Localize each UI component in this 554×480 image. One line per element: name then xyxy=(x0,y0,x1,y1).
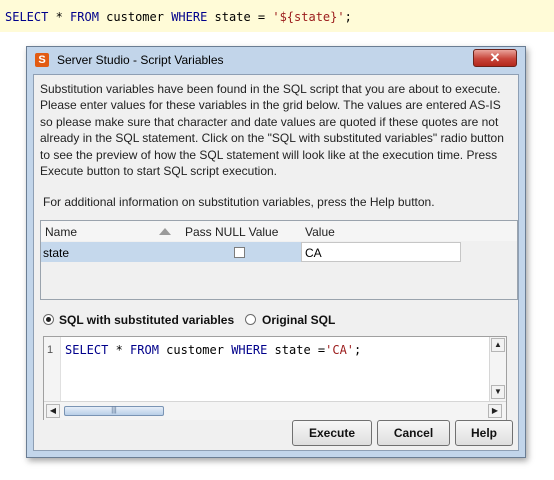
sql-keyword: SELECT xyxy=(5,10,49,24)
line-number-gutter: 1 xyxy=(44,337,61,401)
sql-substituted-radio[interactable] xyxy=(43,314,54,325)
sql-substituted-label[interactable]: SQL with substituted variables xyxy=(59,313,234,327)
sql-keyword: FROM xyxy=(70,10,99,24)
script-variables-dialog: S Server Studio - Script Variables ✕ Sub… xyxy=(26,46,526,458)
instructions-line: Please enter values for these variables … xyxy=(40,98,501,113)
sql-text: customer xyxy=(158,343,232,357)
line-number: 1 xyxy=(47,344,54,356)
sort-ascending-icon[interactable] xyxy=(159,228,171,235)
sql-keyword: FROM xyxy=(130,343,159,357)
dialog-content: Substitution variables have been found i… xyxy=(33,74,519,451)
sql-preview-editor[interactable]: 1 SELECT * FROM customer WHERE state ='C… xyxy=(43,336,507,420)
help-note: For additional information on substituti… xyxy=(43,195,435,209)
cancel-button[interactable]: Cancel xyxy=(377,420,450,446)
execute-button[interactable]: Execute xyxy=(292,420,372,446)
sql-keyword: SELECT xyxy=(65,343,109,357)
column-header-value[interactable]: Value xyxy=(305,225,335,239)
sql-string-literal: 'CA' xyxy=(325,343,355,357)
sql-text: state = xyxy=(267,343,326,357)
variable-value-text: CA xyxy=(305,246,322,260)
sql-text: * xyxy=(48,10,71,24)
original-sql-radio[interactable] xyxy=(245,314,256,325)
instructions-text: Substitution variables have been found i… xyxy=(40,81,516,179)
dialog-title: Server Studio - Script Variables xyxy=(57,53,224,67)
column-header-name[interactable]: Name xyxy=(45,225,77,239)
instructions-line: so please make sure that character and d… xyxy=(40,114,499,129)
dialog-titlebar[interactable]: S Server Studio - Script Variables ✕ xyxy=(27,47,525,73)
instructions-line: Execute button to start SQL script execu… xyxy=(40,164,278,179)
close-icon: ✕ xyxy=(489,50,501,65)
instructions-line: Substitution variables have been found i… xyxy=(40,82,501,96)
help-button[interactable]: Help xyxy=(455,420,513,446)
radio-selected-dot xyxy=(46,317,51,322)
sql-text: * xyxy=(108,343,131,357)
server-studio-app-icon: S xyxy=(35,53,49,67)
sql-string-literal: '${state}' xyxy=(272,10,345,24)
instructions-line: already in the SQL statement. Click on t… xyxy=(40,131,504,146)
sql-text: ; xyxy=(354,343,362,357)
table-row[interactable] xyxy=(41,242,301,262)
variables-grid: Name Pass NULL Value Value state CA xyxy=(40,220,518,300)
sql-editor-line[interactable]: SELECT * FROM customer WHERE state = '${… xyxy=(0,0,554,32)
sql-text: customer xyxy=(98,10,172,24)
original-sql-label[interactable]: Original SQL xyxy=(262,313,335,327)
sql-keyword: WHERE xyxy=(171,10,208,24)
scroll-down-icon[interactable]: ▼ xyxy=(491,385,505,399)
column-header-pass-null[interactable]: Pass NULL Value xyxy=(185,225,278,239)
sql-text: state = xyxy=(207,10,273,24)
sql-preview-text[interactable]: SELECT * FROM customer WHERE state ='CA'… xyxy=(65,343,361,357)
variable-value-input[interactable]: CA xyxy=(301,242,461,262)
pass-null-checkbox[interactable] xyxy=(234,247,245,258)
sql-keyword: WHERE xyxy=(231,343,268,357)
vertical-scrollbar[interactable]: ▲ ▼ xyxy=(489,337,506,401)
sql-text: ; xyxy=(344,10,352,24)
scrollbar-thumb[interactable]: ||| xyxy=(64,406,164,416)
close-button[interactable]: ✕ xyxy=(473,49,517,67)
instructions-line: to see the preview of how the SQL statem… xyxy=(40,147,498,162)
scroll-left-icon[interactable]: ◀ xyxy=(46,404,60,418)
horizontal-scrollbar[interactable]: ◀ ||| ▶ xyxy=(44,401,506,420)
scroll-up-icon[interactable]: ▲ xyxy=(491,338,505,352)
grid-header: Name Pass NULL Value Value xyxy=(41,221,517,241)
scroll-right-icon[interactable]: ▶ xyxy=(488,404,502,418)
variable-name-cell[interactable]: state xyxy=(43,246,69,260)
